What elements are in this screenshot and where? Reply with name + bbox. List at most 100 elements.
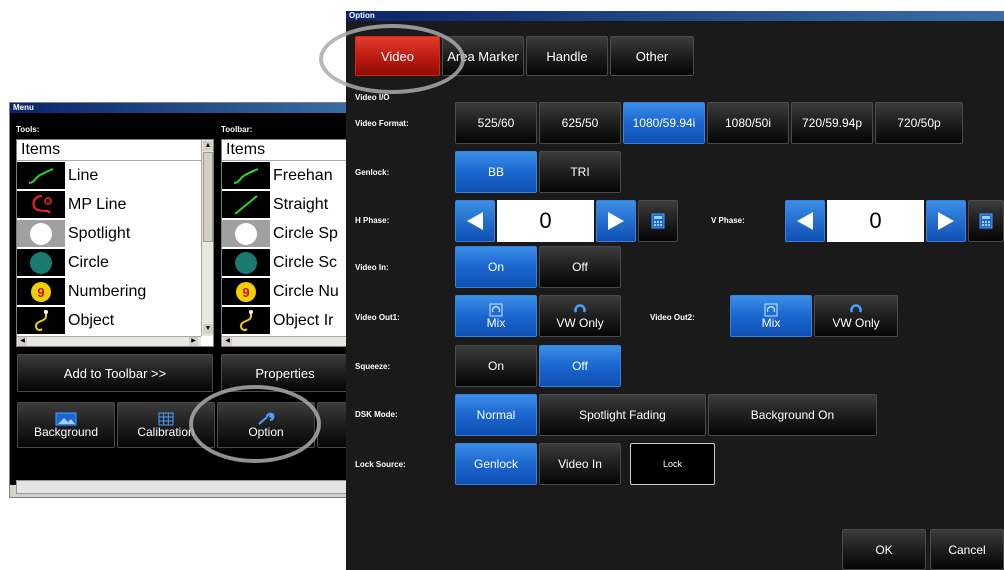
list-item-label: Circle <box>68 253 109 271</box>
calculator-icon <box>651 213 665 229</box>
object-tool-icon <box>222 307 270 334</box>
list-item[interactable]: Line <box>17 161 213 190</box>
list-item[interactable]: 9 Numbering <box>17 277 213 306</box>
svg-text:9: 9 <box>242 285 249 300</box>
video-format-1080-5994i[interactable]: 1080/59.94i <box>623 102 705 144</box>
line-tool-icon <box>17 162 65 189</box>
ok-button[interactable]: OK <box>842 529 926 570</box>
scroll-left-icon[interactable]: ◀ <box>18 337 27 346</box>
vw-only-icon <box>574 304 586 313</box>
h-phase-decrease-button[interactable] <box>455 200 495 242</box>
video-format-625-50[interactable]: 625/50 <box>539 102 621 144</box>
tools-vertical-scrollbar[interactable]: ▲ ▼ <box>201 140 213 336</box>
list-item-label: Line <box>68 166 99 184</box>
video-out2-vw-only-button[interactable]: VW Only <box>814 295 898 337</box>
v-phase-keypad-button[interactable] <box>968 200 1004 242</box>
tools-list[interactable]: Items Line MP Line Spotlight Circle 9 Nu… <box>16 139 214 347</box>
squeeze-on-button[interactable]: On <box>455 345 537 387</box>
list-item-label: Object Ir <box>273 311 334 329</box>
mp-line-tool-icon <box>17 191 65 218</box>
mix-label: Mix <box>486 316 506 330</box>
h-phase-keypad-button[interactable] <box>638 200 678 242</box>
list-item-label: Object <box>68 311 115 329</box>
menu-title: Menu <box>13 103 34 112</box>
background-icon <box>55 412 77 426</box>
scroll-up-icon[interactable]: ▲ <box>203 141 213 151</box>
video-format-1080-50i[interactable]: 1080/50i <box>707 102 789 144</box>
tab-handle[interactable]: Handle <box>526 36 608 76</box>
list-item-label: Circle Sc <box>273 253 338 271</box>
arrow-right-icon <box>938 212 954 230</box>
arrow-right-icon <box>608 212 624 230</box>
vw-only-label: VW Only <box>832 316 880 330</box>
mix-label: Mix <box>761 316 781 330</box>
v-phase-decrease-button[interactable] <box>785 200 825 242</box>
scroll-thumb[interactable] <box>203 152 213 242</box>
list-item[interactable]: Straight <box>222 190 351 219</box>
list-item[interactable]: Object Ir <box>222 306 351 335</box>
dsk-background-on-button[interactable]: Background On <box>708 394 877 436</box>
list-item[interactable]: Circle <box>17 248 213 277</box>
circle-spotlight-tool-icon <box>222 220 270 247</box>
genlock-bb-button[interactable]: BB <box>455 151 537 193</box>
list-item-label: Freehan <box>273 166 333 184</box>
lock-source-genlock-button[interactable]: Genlock <box>455 443 537 485</box>
list-item[interactable]: 9 Circle Nu <box>222 277 351 306</box>
cancel-button[interactable]: Cancel <box>930 529 1004 570</box>
h-phase-value[interactable]: 0 <box>497 200 594 242</box>
v-phase-increase-button[interactable] <box>926 200 966 242</box>
lock-source-video-in-button[interactable]: Video In <box>539 443 621 485</box>
video-format-720-50p[interactable]: 720/50p <box>875 102 963 144</box>
video-in-off-button[interactable]: Off <box>539 246 621 288</box>
list-item-label: Spotlight <box>68 224 131 242</box>
h-phase-increase-button[interactable] <box>596 200 636 242</box>
circle-solid-tool-icon <box>222 249 270 276</box>
list-item-label: MP Line <box>68 195 127 213</box>
menu-status-bar <box>16 480 350 494</box>
tools-horizontal-scrollbar[interactable]: ◀ ▶ <box>17 336 201 346</box>
list-item[interactable]: Spotlight <box>17 219 213 248</box>
dsk-spotlight-fading-button[interactable]: Spotlight Fading <box>539 394 706 436</box>
circle-numbering-tool-icon: 9 <box>222 278 270 305</box>
toolbar-list-header: Items <box>222 140 351 161</box>
scroll-left-icon[interactable]: ◀ <box>223 337 232 346</box>
section-video-io: Video I/O <box>355 93 390 102</box>
dsk-normal-button[interactable]: Normal <box>455 394 537 436</box>
vw-only-label: VW Only <box>556 316 604 330</box>
video-out1-mix-button[interactable]: Mix <box>455 295 537 337</box>
scroll-right-icon[interactable]: ▶ <box>189 337 198 346</box>
tab-other[interactable]: Other <box>610 36 694 76</box>
tools-list-header: Items <box>17 140 213 161</box>
genlock-tri-button[interactable]: TRI <box>539 151 621 193</box>
menu-titlebar: Menu <box>10 103 352 113</box>
list-item[interactable]: Circle Sp <box>222 219 351 248</box>
video-out1-vw-only-button[interactable]: VW Only <box>539 295 621 337</box>
option-window: Option <box>346 11 1004 570</box>
video-in-label: Video In: <box>355 263 389 272</box>
squeeze-off-button[interactable]: Off <box>539 345 621 387</box>
list-item[interactable]: Freehan <box>222 161 351 190</box>
vw-only-icon <box>850 304 862 313</box>
toolbar-list[interactable]: Items Freehan Straight Circle Sp Circle … <box>221 139 352 347</box>
video-format-720-5994p[interactable]: 720/59.94p <box>791 102 873 144</box>
list-item[interactable]: MP Line <box>17 190 213 219</box>
scroll-down-icon[interactable]: ▼ <box>203 324 213 334</box>
background-button[interactable]: Background <box>17 402 115 448</box>
lock-button[interactable]: Lock <box>630 443 715 485</box>
add-to-toolbar-button[interactable]: Add to Toolbar >> <box>17 354 213 392</box>
toolbar-horizontal-scrollbar[interactable]: ◀ <box>222 336 351 346</box>
dsk-mode-label: DSK Mode: <box>355 410 398 419</box>
background-label: Background <box>33 425 99 439</box>
video-format-525-60[interactable]: 525/60 <box>455 102 537 144</box>
list-item-label: Circle Nu <box>273 282 339 300</box>
numbering-tool-icon: 9 <box>17 278 65 305</box>
video-in-on-button[interactable]: On <box>455 246 537 288</box>
v-phase-value[interactable]: 0 <box>827 200 924 242</box>
video-out2-mix-button[interactable]: Mix <box>730 295 812 337</box>
video-out1-label: Video Out1: <box>355 313 400 322</box>
v-phase-label: V Phase: <box>711 216 745 225</box>
list-item[interactable]: Circle Sc <box>222 248 351 277</box>
mix-icon <box>489 303 503 317</box>
list-item[interactable]: Object <box>17 306 213 335</box>
calculator-icon <box>979 213 993 229</box>
